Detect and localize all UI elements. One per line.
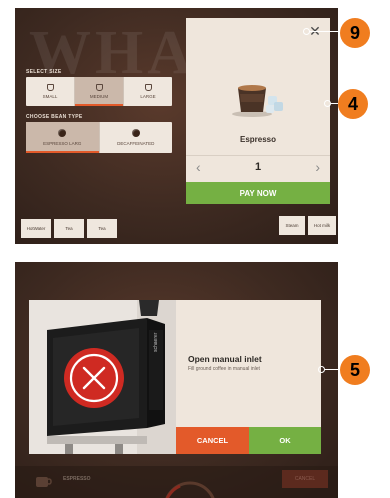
coffee-bean-icon: [131, 129, 140, 137]
hot-water-button[interactable]: HotWater: [21, 219, 51, 238]
size-option-label: MEDIUM: [89, 94, 109, 99]
product-name: Espresso: [239, 135, 277, 144]
quantity-value: 1: [254, 160, 262, 173]
pay-now-button[interactable]: PAY NOW: [186, 182, 330, 204]
size-option-label: LARGE: [140, 94, 156, 99]
order-footer-bar: ESPRESSO CANCEL: [15, 466, 338, 498]
size-option-large[interactable]: LARGE: [124, 77, 172, 106]
size-option-label: SMALL: [42, 94, 58, 99]
coffee-machine-illustration: [29, 300, 176, 454]
callout-ring-icon: [303, 28, 310, 35]
callout-badge-9: 9: [340, 18, 370, 48]
order-screen: WHAT SELECT SIZE SMALL MEDIUM LARGE CHOO…: [15, 8, 338, 244]
manual-inlet-dialog: schaerer Open manual inlet Fill ground c…: [29, 300, 321, 454]
size-option-small[interactable]: SMALL: [26, 77, 75, 106]
machine-brand-label: schaerer: [153, 332, 159, 352]
bean-type-label: CHOOSE BEAN TYPE: [26, 114, 83, 120]
coffee-machine-image: schaerer: [29, 300, 176, 454]
ok-button[interactable]: OK: [249, 427, 321, 454]
hot-milk-button[interactable]: Hot milk: [308, 216, 336, 235]
espresso-cup-image: [232, 85, 283, 117]
bean-option-label: ESPRESSO LARG: [43, 141, 82, 146]
decrement-chevron-icon[interactable]: ‹: [196, 159, 201, 175]
quantity-stepper: ‹ 1 ›: [186, 155, 330, 177]
callout-ring-icon: [324, 100, 331, 107]
tea-button[interactable]: Tea: [87, 219, 117, 238]
callout-line: [310, 31, 340, 32]
bean-option-espresso[interactable]: ESPRESSO LARG: [26, 122, 100, 153]
manual-inlet-screen: schaerer Open manual inlet Fill ground c…: [15, 262, 338, 498]
product-panel: ✕ Espresso ‹ 1 › PAY NOW: [186, 18, 330, 204]
cancel-button[interactable]: CANCEL: [176, 427, 249, 454]
dialog-message: Fill ground coffee in manual inlet: [188, 366, 260, 372]
select-size-label: SELECT SIZE: [26, 69, 62, 75]
footer-product-name: ESPRESSO: [63, 476, 91, 482]
callout-ring-icon: [318, 366, 325, 373]
espresso-cup-icon: [36, 477, 52, 487]
progress-gauge-icon: [165, 481, 215, 498]
callout-badge-4: 4: [338, 89, 368, 119]
size-option-medium[interactable]: MEDIUM: [75, 77, 124, 106]
footer-cancel-button[interactable]: CANCEL: [282, 470, 328, 488]
bean-option-decaf[interactable]: DECAFFEINATED: [100, 122, 173, 153]
dialog-title: Open manual inlet: [188, 354, 262, 364]
bean-option-label: DECAFFEINATED: [117, 141, 155, 146]
callout-badge-5: 5: [340, 355, 370, 385]
callout-pointer: [303, 28, 340, 35]
cup-small-icon: [46, 84, 54, 91]
bean-type-selector: ESPRESSO LARG DECAFFEINATED: [26, 122, 172, 153]
coffee-bean-icon: [58, 129, 67, 137]
steam-button[interactable]: Steam: [279, 216, 305, 235]
increment-chevron-icon[interactable]: ›: [315, 159, 320, 175]
size-selector: SMALL MEDIUM LARGE: [26, 77, 172, 106]
tea-button[interactable]: Tea: [54, 219, 84, 238]
cup-medium-icon: [95, 84, 103, 91]
cup-large-icon: [144, 84, 152, 91]
